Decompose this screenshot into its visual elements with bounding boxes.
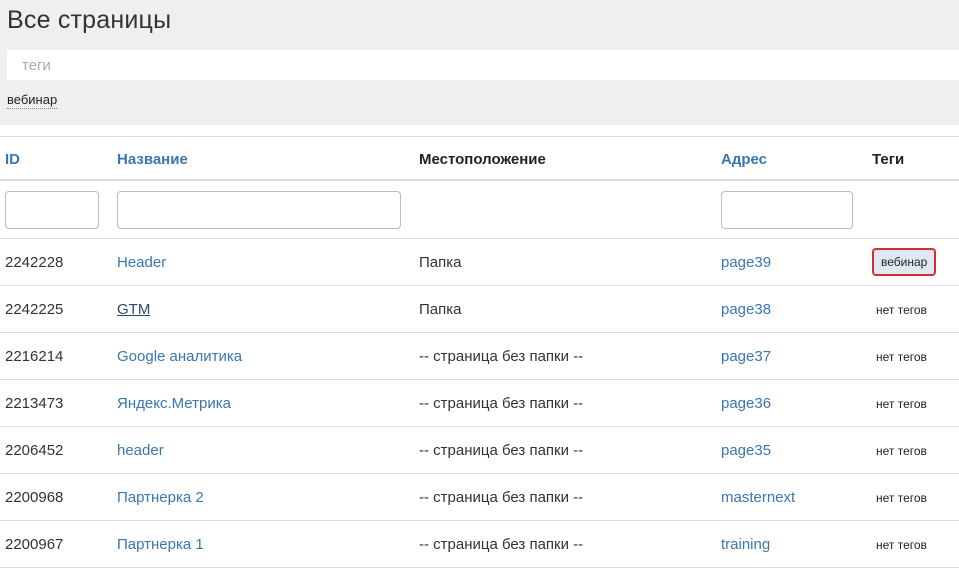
row-id: 2242228 <box>0 238 117 286</box>
page-title-link[interactable]: Яндекс.Метрика <box>117 395 231 412</box>
table-row: 2200967 Партнерка 1 -- страница без папк… <box>0 520 959 568</box>
title-filter-input[interactable] <box>117 190 401 229</box>
row-tags: нет тегов <box>876 537 927 552</box>
row-tag-chip[interactable]: вебинар <box>872 248 937 276</box>
page-title-link[interactable]: Партнерка 2 <box>117 489 204 506</box>
row-location: Папка <box>419 238 721 286</box>
page-address-link[interactable]: page38 <box>721 301 771 318</box>
page-address-link[interactable]: page36 <box>721 395 771 412</box>
row-location: -- страница без папки -- <box>419 332 721 380</box>
table-row: 2242225 GTM Папка page38 нет тегов <box>0 285 959 333</box>
row-location: -- страница без папки -- <box>419 473 721 521</box>
page-title-link[interactable]: GTM <box>117 301 150 318</box>
column-header-title[interactable]: Название <box>117 139 419 181</box>
id-filter-input[interactable] <box>5 190 99 229</box>
page-title-link[interactable]: header <box>117 442 164 459</box>
page-title-link[interactable]: Google аналитика <box>117 348 242 365</box>
row-tags: нет тегов <box>876 396 927 411</box>
row-id: 2200967 <box>0 520 117 568</box>
table-row: 2242228 Header Папка page39 вебинар <box>0 238 959 286</box>
row-location: -- страница без папки -- <box>419 520 721 568</box>
column-header-id[interactable]: ID <box>0 139 117 181</box>
row-tags: нет тегов <box>876 490 927 505</box>
tags-search-input[interactable] <box>7 50 959 80</box>
row-location: -- страница без папки -- <box>419 379 721 427</box>
column-header-address[interactable]: Адрес <box>721 139 872 181</box>
page-title: Все страницы <box>7 6 172 34</box>
row-tags: нет тегов <box>876 302 927 317</box>
table-row: 2206452 header -- страница без папки -- … <box>0 426 959 474</box>
table-row: 2213473 Яндекс.Метрика -- страница без п… <box>0 379 959 427</box>
row-tags: нет тегов <box>876 443 927 458</box>
pages-table: ID Название Местоположение Адрес Теги 22… <box>0 139 959 568</box>
column-header-location: Местоположение <box>419 139 721 181</box>
row-location: -- страница без папки -- <box>419 426 721 474</box>
address-filter-input[interactable] <box>721 190 853 229</box>
page-address-link[interactable]: training <box>721 536 770 553</box>
divider <box>0 136 959 137</box>
row-tags: нет тегов <box>876 349 927 364</box>
row-id: 2216214 <box>0 332 117 380</box>
page-address-link[interactable]: page37 <box>721 348 771 365</box>
row-location: Папка <box>419 285 721 333</box>
row-id: 2213473 <box>0 379 117 427</box>
filter-panel: Все страницы вебинар <box>0 0 959 125</box>
page-address-link[interactable]: page35 <box>721 442 771 459</box>
table-header-row: ID Название Местоположение Адрес Теги <box>0 139 959 181</box>
column-header-tags: Теги <box>872 139 959 181</box>
row-id: 2200968 <box>0 473 117 521</box>
page-address-link[interactable]: masternext <box>721 489 795 506</box>
table-row: 2200968 Партнерка 2 -- страница без папк… <box>0 473 959 521</box>
page-address-link[interactable]: page39 <box>721 254 771 271</box>
tag-filter-chip[interactable]: вебинар <box>7 92 58 109</box>
table-row: 2216214 Google аналитика -- страница без… <box>0 332 959 380</box>
filter-row <box>0 180 959 239</box>
page-title-link[interactable]: Партнерка 1 <box>117 536 204 553</box>
page-title-link[interactable]: Header <box>117 254 166 271</box>
row-id: 2206452 <box>0 426 117 474</box>
row-id: 2242225 <box>0 285 117 333</box>
